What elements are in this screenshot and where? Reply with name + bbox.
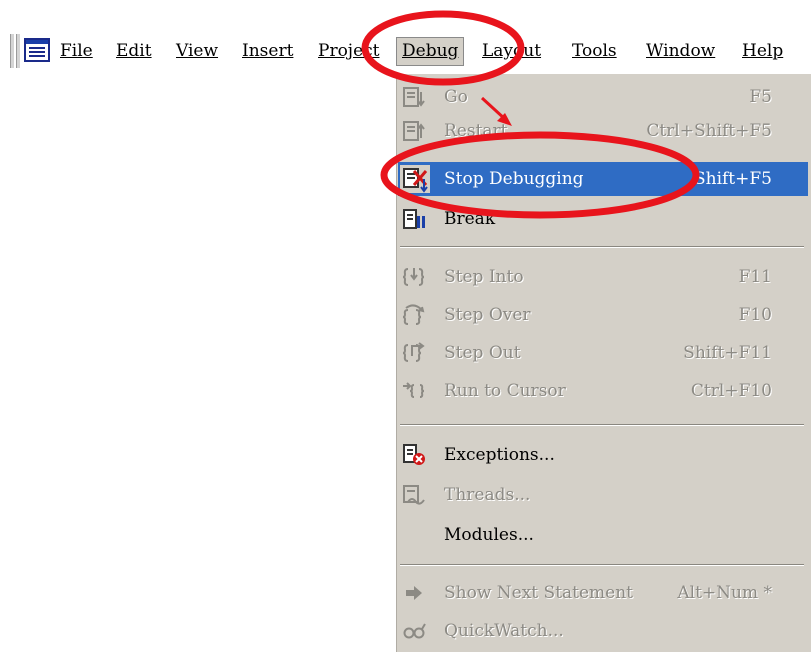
menu-insert-label: Insert <box>242 41 294 61</box>
menu-window[interactable]: Window <box>642 38 719 64</box>
threads-icon <box>403 485 425 505</box>
quickwatch-icon <box>403 623 426 639</box>
menu-item-stop-debugging-shortcut: Shift+F5 <box>693 169 772 189</box>
menu-item-threads[interactable]: Threads... <box>398 478 808 512</box>
menu-item-show-next-statement-shortcut: Alt+Num * <box>677 583 772 603</box>
menu-bar: File Edit View Insert Project Debug Layo… <box>0 28 811 74</box>
menu-window-label: Window <box>646 41 716 61</box>
menu-item-break-label: Break <box>444 209 496 229</box>
debug-dropdown-menu: Go F5 Restart Ctrl+Shift+F5 Stop Debuggi… <box>395 74 811 652</box>
menu-layout[interactable]: Layout <box>478 38 545 64</box>
menu-item-stop-debugging[interactable]: Stop Debugging Shift+F5 <box>398 162 808 196</box>
menu-item-show-next-statement-label: Show Next Statement <box>444 583 634 603</box>
menu-insert[interactable]: Insert <box>238 38 297 64</box>
menu-item-modules[interactable]: Modules... <box>398 518 808 552</box>
break-icon <box>403 209 425 229</box>
app-document-icon[interactable] <box>24 38 50 62</box>
menu-item-go[interactable]: Go F5 <box>398 80 808 114</box>
menu-item-restart-label: Restart <box>444 121 508 141</box>
menu-item-threads-label: Threads... <box>444 485 531 505</box>
menu-file-label: File <box>60 41 93 61</box>
show-next-statement-icon <box>406 586 422 600</box>
menu-item-break[interactable]: Break <box>398 202 808 236</box>
menu-item-run-to-cursor-shortcut: Ctrl+F10 <box>690 381 772 401</box>
menu-item-step-out-shortcut: Shift+F11 <box>683 343 772 363</box>
menu-project[interactable]: Project <box>314 38 383 64</box>
run-to-cursor-icon <box>403 382 425 398</box>
menu-item-restart-shortcut: Ctrl+Shift+F5 <box>646 121 772 141</box>
menu-item-go-shortcut: F5 <box>749 87 772 107</box>
menu-item-quickwatch-label: QuickWatch... <box>444 621 564 641</box>
menu-item-restart[interactable]: Restart Ctrl+Shift+F5 <box>398 114 808 148</box>
menu-item-step-over[interactable]: Step Over F10 <box>398 298 808 332</box>
menu-item-step-into[interactable]: Step Into F11 <box>398 260 808 294</box>
menu-item-step-into-label: Step Into <box>444 267 524 287</box>
menu-item-step-over-label: Step Over <box>444 305 531 325</box>
menu-layout-label: Layout <box>482 41 542 61</box>
restart-icon <box>403 121 425 141</box>
menu-tools-label: Tools <box>572 41 617 61</box>
menu-item-quickwatch[interactable]: QuickWatch... <box>398 614 808 648</box>
menu-help[interactable]: Help <box>738 38 787 64</box>
menu-debug[interactable]: Debug <box>396 37 465 66</box>
menu-view-label: View <box>176 41 219 61</box>
menu-item-step-into-shortcut: F11 <box>738 267 772 287</box>
menu-item-step-out[interactable]: Step Out Shift+F11 <box>398 336 808 370</box>
menu-debug-label: Debug <box>402 41 459 61</box>
toolbar-grip-handle-2[interactable] <box>16 34 21 68</box>
menu-item-step-out-label: Step Out <box>444 343 521 363</box>
menu-item-exceptions[interactable]: Exceptions... <box>398 438 808 472</box>
go-icon <box>403 87 425 107</box>
menu-separator <box>400 564 804 566</box>
menu-item-show-next-statement[interactable]: Show Next Statement Alt+Num * <box>398 576 808 610</box>
menu-item-run-to-cursor-label: Run to Cursor <box>444 381 566 401</box>
menu-help-label: Help <box>742 41 784 61</box>
menu-separator <box>400 246 804 248</box>
menu-view[interactable]: View <box>172 38 222 64</box>
menu-file[interactable]: File <box>56 38 97 64</box>
menu-edit[interactable]: Edit <box>112 38 156 64</box>
menu-separator <box>400 424 804 426</box>
step-into-icon <box>402 268 425 286</box>
toolbar-grip-handle[interactable] <box>10 34 15 68</box>
stop-debugging-icon <box>400 165 430 193</box>
step-over-icon <box>402 304 425 325</box>
exceptions-icon <box>403 444 425 465</box>
menu-project-label: Project <box>318 41 380 61</box>
menu-item-run-to-cursor[interactable]: Run to Cursor Ctrl+F10 <box>398 374 808 408</box>
menu-item-go-label: Go <box>444 87 468 107</box>
menu-item-step-over-shortcut: F10 <box>738 305 772 325</box>
menu-item-exceptions-label: Exceptions... <box>444 445 555 465</box>
menu-tools[interactable]: Tools <box>568 38 621 64</box>
step-out-icon <box>402 342 425 362</box>
menu-item-modules-label: Modules... <box>444 525 534 545</box>
menu-edit-label: Edit <box>116 41 152 61</box>
menu-item-stop-debugging-label: Stop Debugging <box>444 169 584 189</box>
